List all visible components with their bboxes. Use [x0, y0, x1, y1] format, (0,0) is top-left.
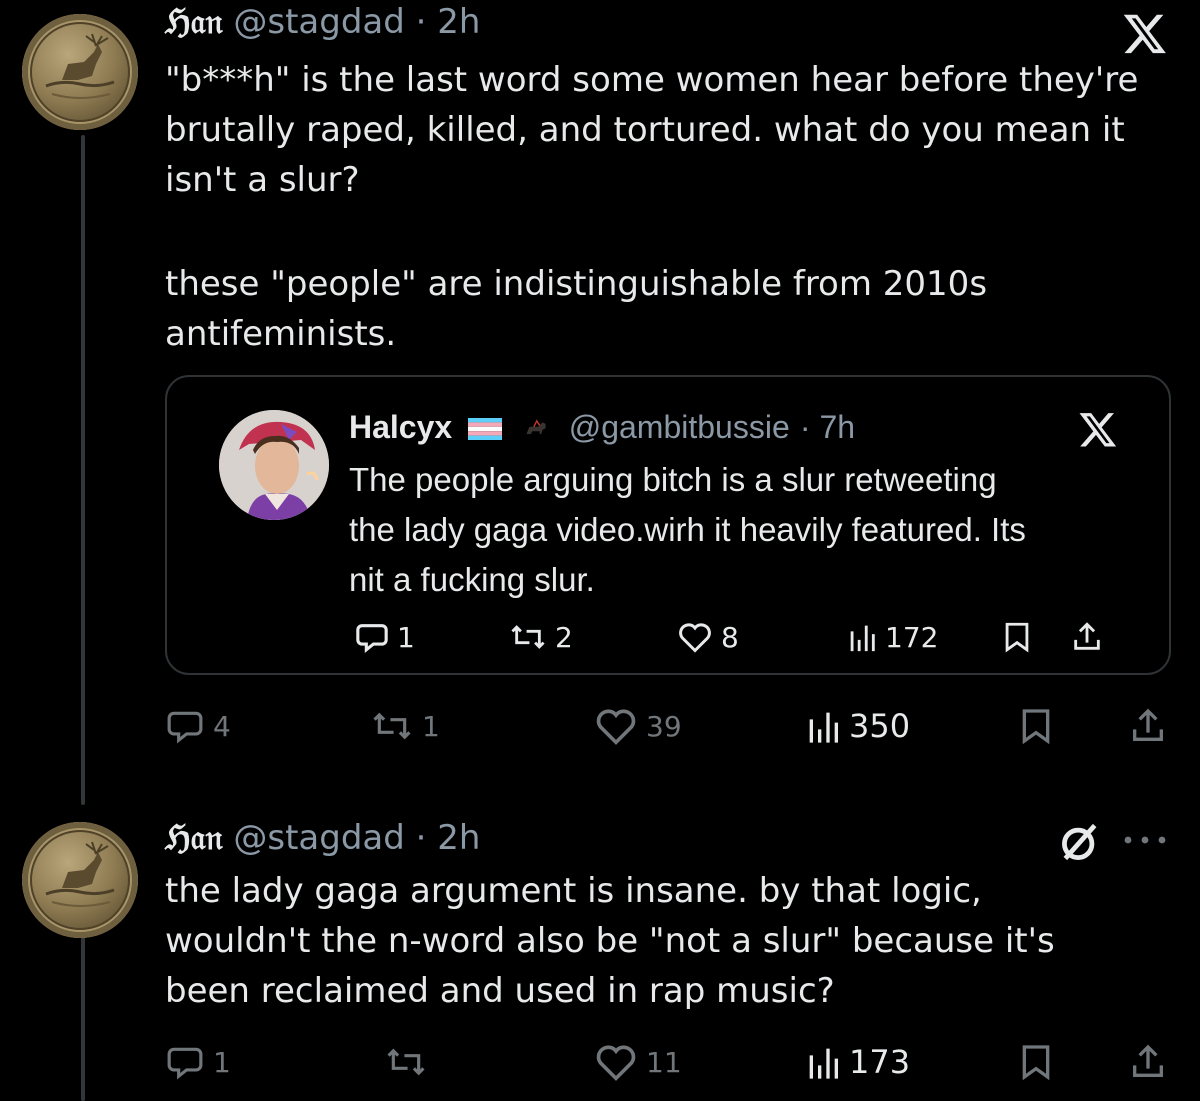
tweet-text-line: The people arguing bitch is a slur retwe… [349, 461, 997, 498]
tweet-text-line: these "people" are indistinguishable fro… [165, 264, 988, 304]
timestamp[interactable]: · 2h [416, 2, 481, 42]
reply-count: 1 [213, 1045, 231, 1079]
views-button[interactable]: 350 [805, 704, 910, 748]
tweet-text-line: nit a fucking slur. [349, 561, 595, 598]
views-button[interactable]: 173 [805, 1040, 910, 1084]
bookmark-button[interactable] [1018, 704, 1054, 748]
repost-arrows-icon [373, 712, 411, 740]
quote-actions: 1 2 8 172 [167, 615, 1167, 659]
views-button[interactable]: 172 [847, 615, 938, 659]
bookmark-icon [1022, 1045, 1050, 1081]
tweet2-header: ℌ𝔞𝔫 @stagdad · 2h [165, 818, 480, 858]
repost-button[interactable] [384, 1040, 428, 1084]
repost-button[interactable]: 2 [509, 615, 573, 659]
avatar[interactable] [22, 14, 138, 130]
share-button[interactable] [1128, 1040, 1168, 1084]
tweet-text-line: the lady gaga video.wirh it heavily feat… [349, 511, 1026, 548]
tweet-text-line: isn't a slur? [165, 160, 360, 200]
stag-coin-icon [30, 22, 130, 122]
reply-button[interactable]: 1 [355, 615, 415, 659]
quote-body: The people arguing bitch is a slur retwe… [349, 455, 1149, 605]
slashed-circle-icon[interactable] [1058, 820, 1102, 864]
display-name[interactable]: ℌ𝔞𝔫 [165, 2, 223, 42]
reply-count: 4 [213, 709, 231, 743]
like-count: 8 [721, 620, 739, 654]
quote-header: Halcyx @gambitbussie · 7h [349, 407, 855, 447]
speech-bubble-icon [167, 711, 203, 744]
quoted-tweet[interactable]: Halcyx @gambitbussie · 7h The people arg… [165, 375, 1171, 675]
share-icon [1133, 1044, 1163, 1077]
speech-bubble-icon [167, 1047, 203, 1080]
view-count: 350 [849, 707, 911, 745]
tweet-text-line: the lady gaga argument is insane. by tha… [165, 871, 982, 911]
like-count: 39 [646, 709, 682, 743]
like-button[interactable]: 11 [594, 1040, 682, 1084]
reply-button[interactable]: 4 [165, 704, 231, 748]
more-dots-icon[interactable] [1120, 830, 1170, 850]
speech-bubble-icon [356, 624, 388, 653]
timestamp[interactable]: · 2h [416, 818, 481, 858]
tweet1-header: ℌ𝔞𝔫 @stagdad · 2h [165, 2, 480, 42]
tweet2-actions: 1 11 173 [0, 1040, 1200, 1084]
share-icon [1133, 708, 1163, 741]
like-button[interactable]: 8 [677, 615, 739, 659]
heart-icon [679, 623, 711, 653]
share-icon [1074, 622, 1100, 650]
repost-arrows-icon [511, 625, 545, 649]
tweet2-body: the lady gaga argument is insane. by tha… [165, 866, 1055, 1016]
bookmark-icon [1022, 709, 1050, 745]
avatar[interactable] [22, 822, 138, 938]
bar-chart-icon [850, 625, 875, 652]
tweet-text-line: antifeminists. [165, 314, 397, 354]
x-logo-icon [1123, 14, 1166, 54]
handle[interactable]: @gambitbussie [569, 409, 790, 445]
handle[interactable]: @stagdad [233, 818, 404, 858]
bookmark-icon [1005, 622, 1029, 653]
tweet1-body: "b***h" is the last word some women hear… [165, 55, 1138, 359]
share-button[interactable] [1128, 704, 1168, 748]
bar-chart-icon [809, 712, 838, 743]
reply-button[interactable]: 1 [165, 1040, 231, 1084]
portrait-icon [219, 410, 329, 520]
avatar[interactable] [219, 410, 329, 520]
display-name[interactable]: Halcyx [349, 409, 452, 445]
x-logo-icon [1079, 413, 1117, 447]
bookmark-button[interactable] [1018, 1040, 1054, 1084]
tweet-text-line: been reclaimed and used in rap music? [165, 971, 835, 1011]
reply-count: 1 [397, 620, 415, 654]
tweet-text-line: brutally raped, killed, and tortured. wh… [165, 110, 1125, 150]
heart-icon [596, 709, 636, 745]
trans-flag-icon [468, 418, 503, 440]
repost-count: 2 [555, 620, 573, 654]
repost-button[interactable]: 1 [370, 704, 440, 748]
display-name[interactable]: ℌ𝔞𝔫 [165, 818, 223, 858]
repost-count: 1 [422, 709, 440, 743]
view-count: 172 [885, 620, 939, 654]
tweet1-actions: 4 1 39 350 [0, 704, 1200, 748]
stag-coin-icon [30, 830, 130, 930]
tweet-text-line: "b***h" is the last word some women hear… [165, 60, 1139, 100]
heart-icon [596, 1045, 636, 1081]
share-button[interactable] [1070, 615, 1104, 659]
bar-chart-icon [809, 1048, 838, 1079]
view-count: 173 [849, 1043, 911, 1081]
dog-emoji-icon [525, 419, 546, 435]
handle[interactable]: @stagdad [233, 2, 404, 42]
like-button[interactable]: 39 [594, 704, 682, 748]
tweet-text-line: wouldn't the n-word also be "not a slur"… [165, 921, 1055, 961]
like-count: 11 [646, 1045, 682, 1079]
bookmark-button[interactable] [1002, 615, 1032, 659]
timestamp[interactable]: · 7h [800, 409, 855, 445]
repost-arrows-icon [387, 1048, 425, 1076]
